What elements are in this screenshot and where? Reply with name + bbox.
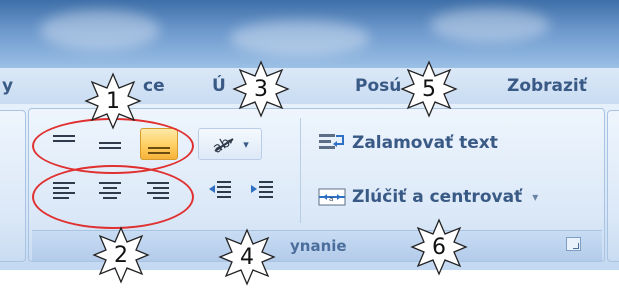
- merge-center-dropdown-arrow[interactable]: ▾: [532, 190, 538, 204]
- prev-group: [0, 110, 26, 262]
- orientation-dropdown-arrow: ▾: [243, 137, 249, 151]
- callout-4: 4: [218, 228, 276, 286]
- callout-3-number: 3: [254, 76, 268, 102]
- merge-center-button[interactable]: a Zlúčiť a centrovať ▾: [318, 182, 538, 212]
- orientation-button[interactable]: ab ▾: [198, 128, 262, 160]
- tab-partial-left[interactable]: y: [2, 76, 13, 96]
- increase-indent-button[interactable]: [244, 175, 280, 205]
- merge-center-icon: a: [318, 188, 346, 206]
- wrap-text-icon: [319, 134, 344, 149]
- callout-5-number: 5: [422, 76, 436, 102]
- decrease-indent-button[interactable]: [202, 175, 238, 205]
- alignment-group-label: ynanie: [290, 237, 347, 255]
- callout-2: 2: [92, 226, 150, 284]
- title-bar: [0, 0, 619, 68]
- tab-insert[interactable]: ce: [143, 76, 165, 96]
- callout-1-number: 1: [106, 88, 120, 114]
- dialog-launcher-icon[interactable]: [566, 237, 581, 251]
- callout-6: 6: [410, 218, 468, 276]
- callout-2-number: 2: [114, 242, 128, 268]
- merge-center-label: Zlúčiť a centrovať: [352, 187, 523, 207]
- title-glow: [230, 20, 370, 56]
- wrap-text-button[interactable]: Zalamovať text: [318, 128, 498, 158]
- svg-text:ab: ab: [211, 134, 233, 154]
- wrap-text-label: Zalamovať text: [352, 133, 498, 153]
- separator: [300, 118, 301, 223]
- tab-view[interactable]: Zobraziť: [507, 76, 587, 96]
- next-group: [607, 110, 619, 262]
- tab-page-layout[interactable]: Ú: [212, 76, 226, 96]
- callout-5: 5: [400, 60, 458, 118]
- increase-indent-icon: [251, 181, 273, 198]
- annotation-ellipse-horizontal-align: [32, 165, 194, 229]
- decrease-indent-icon: [209, 181, 231, 198]
- callout-4-number: 4: [240, 244, 254, 270]
- callout-1: 1: [84, 72, 142, 130]
- tab-formulas[interactable]: Posú: [355, 76, 401, 96]
- callout-6-number: 6: [432, 234, 446, 260]
- title-glow: [430, 8, 550, 42]
- title-glow: [40, 10, 160, 50]
- text-orientation-icon: ab: [211, 134, 234, 154]
- svg-text:a: a: [329, 195, 333, 203]
- callout-3: 3: [232, 60, 290, 118]
